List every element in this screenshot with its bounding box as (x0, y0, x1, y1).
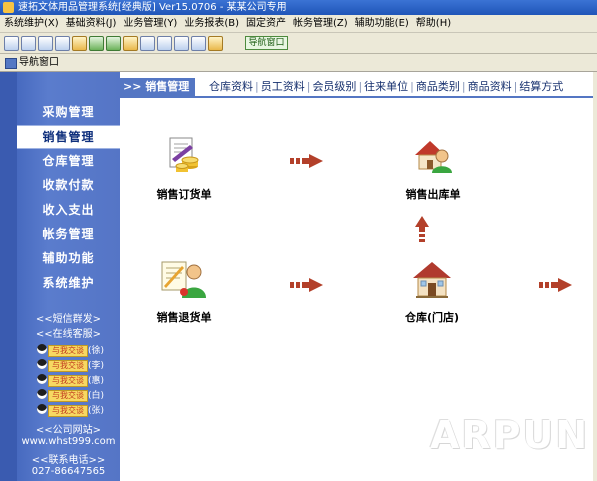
link-warehouse-data[interactable]: 仓库资料 (208, 80, 254, 93)
sales-return-label: 销售退货单 (156, 311, 212, 324)
menu-fixed-assets[interactable]: 固定资产 (242, 15, 289, 32)
quick-links: 仓库资料 | 员工资料 | 会员级别 | 往来单位 | 商品类别 | 商品资料 | 结算方式 (208, 80, 564, 93)
window-title: 速拓文体用品管理系统[经典版] Ver15.0706 - 某某公司专用 (18, 2, 287, 13)
online-service-link[interactable]: <<在线客服> (17, 325, 120, 340)
print-icon[interactable] (174, 36, 189, 51)
folder-icon[interactable] (123, 36, 138, 51)
link-partners[interactable]: 往来单位 (363, 80, 409, 93)
menu-help[interactable]: 帮助(H) (412, 15, 454, 32)
menu-tools[interactable]: 辅助功能(E) (351, 15, 412, 32)
contact-name: (李) (88, 361, 105, 371)
menu-accounts[interactable]: 帐务管理(Z) (289, 15, 351, 32)
website-url[interactable]: www.whst999.com (17, 436, 120, 447)
sales-outbound-label: 销售出库单 (405, 188, 461, 201)
contact-name: (惠) (88, 376, 105, 386)
qq-contact[interactable]: 与我交谈 (张) (37, 404, 117, 417)
qq-penguin-icon (37, 374, 47, 384)
chat-button[interactable]: 与我交谈 (48, 390, 88, 402)
arrow-right-icon (539, 278, 572, 292)
window-icon[interactable] (38, 36, 53, 51)
nav-window-header: 导航窗口 (0, 54, 597, 72)
sidebar-item-income-expense[interactable]: 收入支出 (17, 199, 120, 221)
open-icon[interactable] (21, 36, 36, 51)
sidebar-item-warehouse[interactable]: 仓库管理 (17, 150, 120, 172)
window-border (593, 72, 597, 481)
contact-name: (张) (88, 406, 105, 416)
sidebar-rail (0, 72, 17, 481)
menu-system[interactable]: 系统维护(X) (0, 15, 62, 32)
users-icon[interactable] (106, 36, 121, 51)
watermark: ARPUN (430, 413, 590, 457)
toolbar: 导航窗口 (0, 33, 597, 54)
warehouse-label: 仓库(门店) (404, 311, 460, 324)
order-document-icon (169, 137, 199, 172)
qq-contact[interactable]: 与我交谈 (李) (37, 359, 117, 372)
window-titlebar: 速拓文体用品管理系统[经典版] Ver15.0706 - 某某公司专用 (0, 0, 597, 15)
warehouse-house-icon (413, 262, 451, 298)
website-link[interactable]: <<公司网站> (17, 421, 120, 436)
link-products[interactable]: 商品资料 (467, 80, 513, 93)
qq-penguin-icon (37, 389, 47, 399)
link-member-levels[interactable]: 会员级别 (311, 80, 357, 93)
link-settlement[interactable]: 结算方式 (518, 80, 564, 93)
menu-business[interactable]: 业务管理(Y) (119, 15, 180, 32)
calculator-icon[interactable] (140, 36, 155, 51)
contact-name: (徐) (88, 346, 105, 356)
chat-button[interactable]: 与我交谈 (48, 405, 88, 417)
return-document-user-icon (161, 261, 206, 298)
window-icon (5, 58, 17, 69)
warehouse-node[interactable]: 仓库(门店) (382, 258, 482, 325)
arrow-up-icon (415, 216, 429, 242)
sales-order-node[interactable]: 销售订货单 (134, 135, 234, 202)
module-header: >> 销售管理 仓库资料 | 员工资料 | 会员级别 | 往来单位 | 商品类别 | 商品资料 | 结算… (120, 78, 597, 98)
link-staff-data[interactable]: 员工资料 (260, 80, 306, 93)
search-icon[interactable] (72, 36, 87, 51)
exit-icon[interactable] (208, 36, 223, 51)
module-title: >> 销售管理 (120, 78, 195, 96)
arrow-right-icon (290, 278, 323, 292)
chat-button[interactable]: 与我交谈 (48, 345, 88, 357)
qq-contact[interactable]: 与我交谈 (白) (37, 389, 117, 402)
sidebar-item-payments[interactable]: 收款付款 (17, 174, 120, 196)
sales-outbound-node[interactable]: 销售出库单 (383, 135, 483, 202)
new-icon[interactable] (4, 36, 19, 51)
sales-return-node[interactable]: 销售退货单 (134, 258, 234, 325)
sidebar-item-tools[interactable]: 辅助功能 (17, 247, 120, 269)
sidebar-item-system[interactable]: 系统维护 (17, 272, 120, 294)
link-product-categories[interactable]: 商品类别 (415, 80, 461, 93)
phone-label: <<联系电话>> (31, 455, 106, 466)
qq-penguin-icon (37, 344, 47, 354)
chat-button[interactable]: 与我交谈 (48, 375, 88, 387)
menu-reports[interactable]: 业务报表(B) (180, 15, 242, 32)
qq-contact[interactable]: 与我交谈 (惠) (37, 374, 117, 387)
sidebar-item-accounts[interactable]: 帐务管理 (17, 223, 120, 245)
qq-contact[interactable]: 与我交谈 (徐) (37, 344, 117, 357)
nav-window-button[interactable]: 导航窗口 (245, 36, 288, 50)
nav-window-title: 导航窗口 (19, 57, 59, 68)
qq-penguin-icon (37, 404, 47, 414)
chat-button[interactable]: 与我交谈 (48, 360, 88, 372)
house-user-icon (415, 141, 452, 173)
tree-icon[interactable] (89, 36, 104, 51)
phone-number: 027-86647565 (31, 466, 106, 477)
menu-basic-data[interactable]: 基础资料(J) (62, 15, 120, 32)
save-icon[interactable] (157, 36, 172, 51)
arrow-right-icon (290, 154, 323, 168)
sms-link[interactable]: <<短信群发> (17, 310, 120, 325)
sidebar-item-sales[interactable]: 销售管理 (17, 125, 120, 149)
app-icon (3, 2, 14, 13)
help-icon[interactable] (191, 36, 206, 51)
menubar: 系统维护(X) 基础资料(J) 业务管理(Y) 业务报表(B) 固定资产 帐务管理(Z) 辅… (0, 15, 597, 33)
qq-penguin-icon (37, 359, 47, 369)
monitor-icon[interactable] (55, 36, 70, 51)
sidebar-item-purchase[interactable]: 采购管理 (17, 101, 120, 123)
sales-order-label: 销售订货单 (156, 188, 212, 201)
contact-name: (白) (88, 391, 105, 401)
